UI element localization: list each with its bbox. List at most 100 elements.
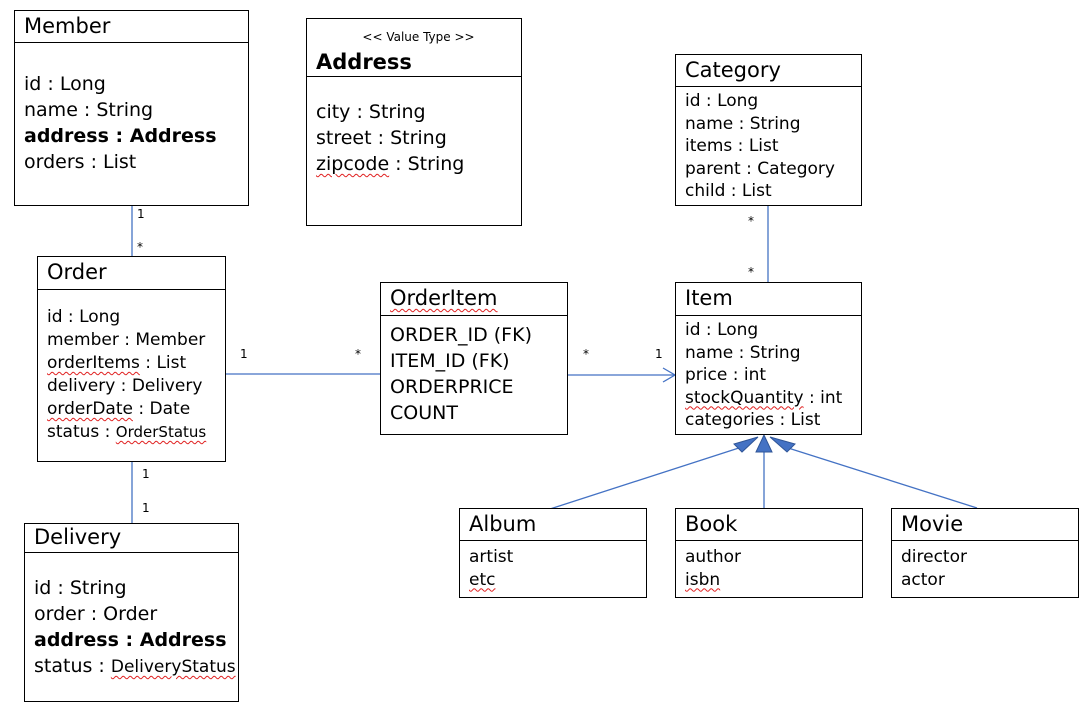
attribute-type: String [749, 342, 801, 363]
class-header: OrderItem [381, 283, 567, 316]
attribute: orders : List [24, 151, 137, 173]
attribute: categories : List [685, 410, 821, 430]
attribute: ORDERPRICE [390, 374, 567, 400]
class-header: Movie [892, 509, 1078, 541]
attribute: status : OrderStatus [47, 422, 207, 442]
attribute: order : Order [34, 603, 158, 625]
class-category: Category id : Long name : String items : Li… [675, 54, 862, 206]
attribute-name: id [685, 320, 701, 340]
class-movie: Movie director actor [891, 508, 1079, 598]
class-attributes: id : Long member : Member orderItems : Lis… [38, 290, 225, 444]
multiplicity: 1 [142, 501, 150, 515]
class-header: Album [460, 509, 646, 541]
multiplicity: * [137, 240, 143, 254]
attribute-type: int [743, 365, 767, 385]
attribute-name: parent [685, 158, 741, 179]
attribute: id : Long [24, 73, 106, 95]
attribute-type: Address [129, 125, 217, 147]
class-address: << Value Type >> Address city : String stre… [306, 18, 522, 226]
attribute: ITEM_ID (FK) [390, 348, 567, 374]
attribute-type: int [820, 387, 843, 408]
attribute-type: String [390, 127, 447, 149]
class-header: Book [676, 509, 862, 541]
attribute-text: ORDER_ID (FK) [390, 324, 532, 346]
attribute-text: etc [469, 569, 496, 590]
class-attributes: id : Long name : String items : List parent… [676, 87, 861, 203]
class-member: Member id : Long name : String address : Ad… [14, 10, 249, 206]
attribute: name : String [685, 113, 801, 134]
class-attributes: id : Long name : String address : Address o… [15, 43, 248, 175]
attribute-text: artist [469, 547, 514, 567]
class-header: Delivery [25, 524, 238, 553]
attribute-name: zipcode [316, 153, 390, 175]
class-attributes: city : String street : String zipcode : St… [307, 77, 521, 177]
multiplicity: 1 [240, 347, 248, 361]
attribute: city : String [316, 101, 426, 123]
attribute-name: orderItems [47, 353, 140, 373]
attribute: actor [901, 569, 1078, 592]
attribute-name: id [47, 307, 63, 327]
attribute-name: orders [24, 151, 85, 173]
attribute-name: categories [685, 410, 775, 430]
attribute-name: address [34, 629, 119, 651]
class-attributes: director actor [892, 541, 1078, 591]
attribute: member : Member [47, 330, 206, 350]
class-name: Album [469, 512, 537, 536]
attribute: orderItems : List [47, 353, 187, 373]
multiplicity: 1 [655, 347, 663, 361]
attribute-name: name [685, 342, 734, 363]
multiplicity: 1 [137, 207, 145, 221]
stereotype: << Value Type >> [362, 30, 475, 44]
attribute-type: OrderStatus [115, 423, 207, 441]
attribute-type: List [748, 136, 779, 156]
class-header: Item [676, 283, 861, 316]
multiplicity: * [748, 214, 754, 228]
attribute-type: Order [103, 603, 158, 625]
attribute-name: id [24, 73, 42, 95]
attribute-name: address [24, 125, 109, 147]
attribute: street : String [316, 127, 447, 149]
attribute-type: Long [79, 307, 121, 327]
attribute-type: List [790, 410, 821, 430]
gen-album-item [549, 445, 746, 510]
attribute-text: actor [901, 569, 945, 590]
attribute-text: director [901, 547, 967, 567]
attribute-type: String [407, 153, 465, 175]
attribute-name: delivery [47, 376, 116, 396]
class-album: Album artist etc [459, 508, 647, 598]
attribute: isbn [685, 569, 862, 592]
attribute: id : Long [685, 91, 759, 111]
inheritance-triangle-icon [755, 433, 773, 453]
class-name: Order [47, 260, 107, 284]
multiplicity: * [748, 265, 754, 279]
attribute-name: price [685, 365, 728, 385]
attribute-type: String [749, 113, 801, 134]
attribute-type: Address [139, 629, 227, 651]
class-name: Delivery [34, 525, 122, 549]
attribute-type: Delivery [131, 376, 203, 396]
multiplicity: * [355, 347, 361, 361]
attribute: name : String [685, 342, 801, 363]
class-attributes: author isbn [676, 541, 862, 591]
attribute-type: Long [717, 320, 759, 340]
attribute: address : Address [24, 125, 217, 147]
attribute: id : String [34, 577, 127, 599]
attribute-name: city [316, 101, 351, 123]
attribute: COUNT [390, 400, 567, 426]
gen-movie-item [784, 446, 978, 509]
class-header: Order [38, 257, 225, 290]
attribute-text: author [685, 547, 742, 567]
attribute: orderDate : Date [47, 399, 191, 419]
attribute: name : String [24, 99, 154, 121]
attribute: zipcode : String [316, 153, 465, 175]
class-attributes: ORDER_ID (FK) ITEM_ID (FK) ORDERPRICE COUNT [381, 316, 567, 426]
attribute: etc [469, 569, 646, 592]
attribute-text: ITEM_ID (FK) [390, 350, 510, 372]
attribute-name: child [685, 181, 726, 201]
class-name: Item [685, 286, 733, 310]
class-item: Item id : Long name : String price : int sto… [675, 282, 862, 435]
class-book: Book author isbn [675, 508, 863, 598]
attribute: status : DeliveryStatus [34, 655, 236, 677]
attribute-name: name [24, 99, 78, 121]
attribute-text: COUNT [390, 402, 458, 424]
